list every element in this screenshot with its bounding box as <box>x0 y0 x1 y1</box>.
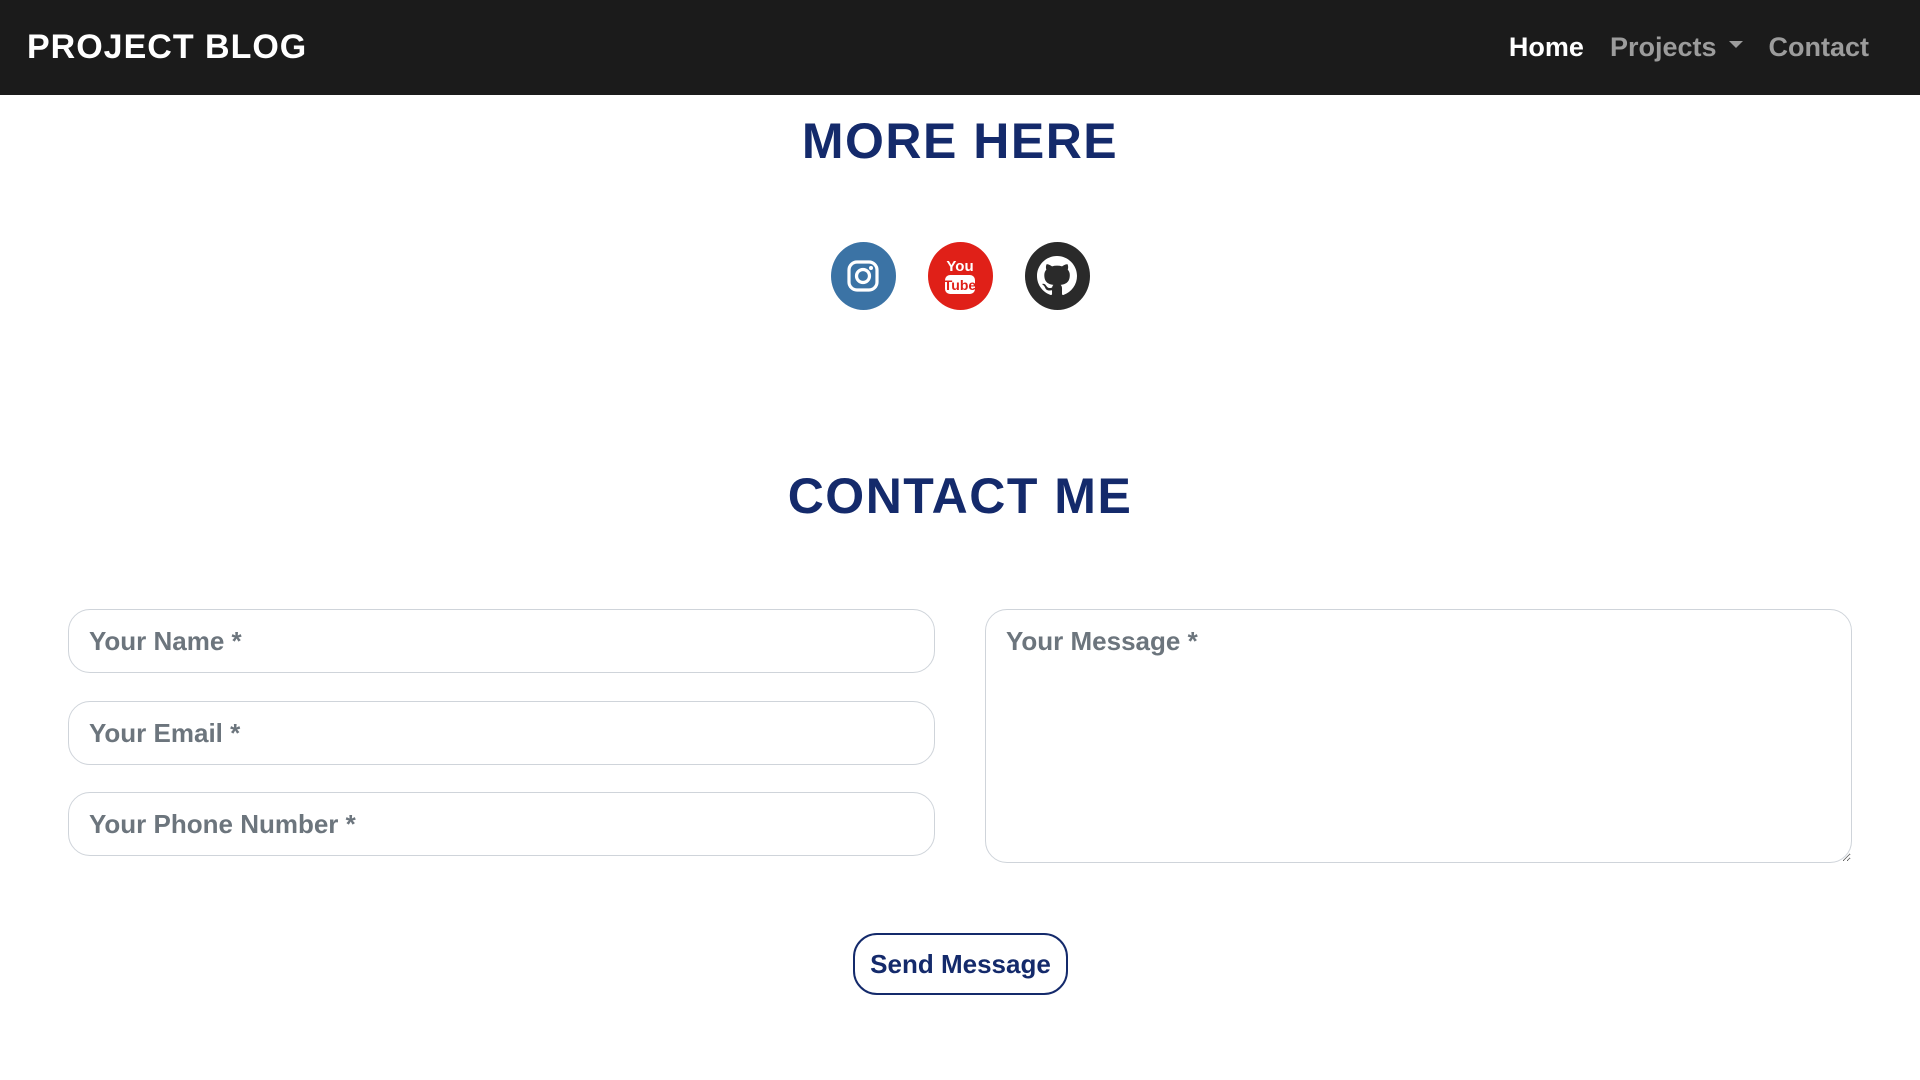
youtube-glyph-bottom: Tube <box>944 277 977 293</box>
instagram-icon <box>847 260 879 292</box>
contact-me-heading: CONTACT ME <box>787 468 1133 524</box>
github-icon <box>1037 256 1077 296</box>
navbar: PROJECT BLOG Home Projects Contact <box>0 0 1920 95</box>
email-input[interactable] <box>68 701 935 765</box>
social-links: You Tube <box>0 242 1920 310</box>
name-input[interactable] <box>68 609 935 673</box>
nav-link-home-label: Home <box>1508 32 1584 62</box>
send-message-button[interactable]: Send Message <box>853 933 1068 995</box>
github-link[interactable] <box>1024 242 1090 310</box>
nav-links: Home Projects Contact <box>1496 0 1882 95</box>
youtube-link[interactable]: You Tube <box>927 242 993 310</box>
more-here-heading: MORE HERE <box>801 113 1119 169</box>
nav-link-contact-label: Contact <box>1768 32 1870 62</box>
phone-input[interactable] <box>68 792 935 856</box>
caret-down-icon <box>1728 41 1743 48</box>
nav-link-contact[interactable]: Contact <box>1756 32 1883 63</box>
nav-link-home[interactable]: Home <box>1496 32 1597 63</box>
youtube-icon: You Tube <box>944 258 977 294</box>
brand-logo-link[interactable]: PROJECT BLOG <box>27 0 307 95</box>
youtube-glyph-top: You <box>946 258 973 275</box>
message-textarea[interactable] <box>985 609 1852 863</box>
nav-link-projects-dropdown[interactable]: Projects <box>1597 32 1756 63</box>
nav-link-projects-label: Projects <box>1609 32 1717 62</box>
instagram-link[interactable] <box>830 242 896 310</box>
